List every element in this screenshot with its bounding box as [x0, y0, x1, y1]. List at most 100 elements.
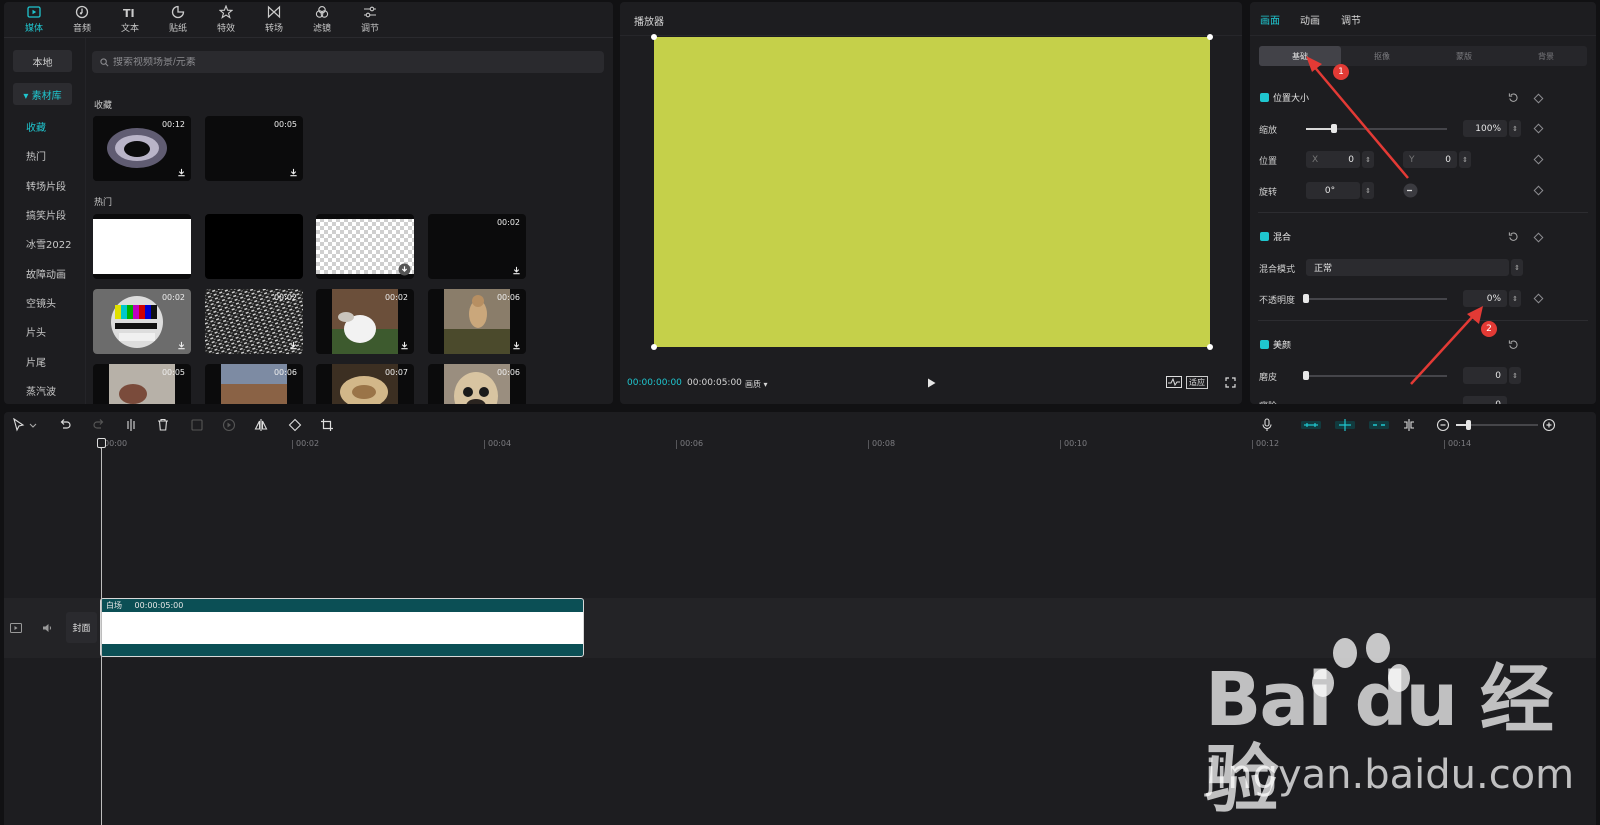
media-thumbnail[interactable]: [93, 214, 191, 279]
keyframe-diamond-icon[interactable]: [1533, 154, 1544, 165]
download-icon[interactable]: [289, 168, 298, 177]
tab-transition[interactable]: 转场: [250, 2, 298, 37]
preview-canvas[interactable]: [651, 34, 1213, 350]
subtab-basic[interactable]: 基础: [1259, 46, 1341, 66]
tab-adjust[interactable]: 调节: [346, 2, 394, 37]
sidebar-library-button[interactable]: ▾ 素材库: [13, 83, 72, 105]
tab-audio[interactable]: 音频: [58, 2, 106, 37]
download-icon[interactable]: [512, 341, 521, 350]
slim-face-input[interactable]: 0: [1463, 396, 1507, 404]
download-icon[interactable]: [512, 266, 521, 275]
resize-handle[interactable]: [651, 34, 657, 40]
opacity-slider[interactable]: [1306, 298, 1447, 300]
split-icon[interactable]: [124, 418, 138, 432]
sidebar-item-transition-clips[interactable]: 转场片段: [26, 178, 66, 193]
position-x-input[interactable]: X 0: [1306, 151, 1360, 168]
sidebar-item-vaporwave[interactable]: 蒸汽波: [26, 383, 56, 398]
media-thumbnail[interactable]: 00:06: [205, 364, 303, 404]
main-track-magnet-icon[interactable]: [1300, 418, 1322, 432]
sidebar-item-glitch[interactable]: 故障动画: [26, 266, 66, 281]
subtab-keying[interactable]: 抠像: [1341, 46, 1423, 66]
tab-effects[interactable]: 特效: [202, 2, 250, 37]
sidebar-item-outro[interactable]: 片尾: [26, 354, 46, 369]
position-y-input[interactable]: Y 0: [1403, 151, 1457, 168]
keyframe-diamond-icon[interactable]: [1533, 232, 1544, 243]
reset-icon[interactable]: [1508, 231, 1519, 242]
smooth-stepper[interactable]: ⇕: [1509, 367, 1521, 384]
playhead-handle[interactable]: [97, 438, 106, 448]
download-icon[interactable]: [177, 168, 186, 177]
sidebar-item-funny-clips[interactable]: 搞笑片段: [26, 207, 66, 222]
reset-icon[interactable]: [1508, 92, 1519, 103]
tab-animation[interactable]: 动画: [1300, 12, 1320, 27]
resize-handle[interactable]: [1207, 34, 1213, 40]
tab-adjustment[interactable]: 调节: [1341, 12, 1361, 27]
smooth-input[interactable]: 0: [1463, 367, 1507, 384]
sidebar-item-ice-snow[interactable]: 冰雪2022: [26, 236, 71, 251]
resize-handle[interactable]: [651, 344, 657, 350]
tab-text[interactable]: TI 文本: [106, 2, 154, 37]
auto-snap-icon[interactable]: [1334, 418, 1356, 432]
download-icon[interactable]: [400, 341, 409, 350]
track-video-icon[interactable]: [10, 623, 22, 633]
resize-handle[interactable]: [1207, 344, 1213, 350]
opacity-slider-knob[interactable]: [1303, 294, 1309, 303]
select-cursor-icon[interactable]: [12, 418, 26, 432]
play-icon[interactable]: [925, 377, 937, 389]
opacity-stepper[interactable]: ⇕: [1509, 290, 1521, 307]
keyframe-diamond-icon[interactable]: [1533, 293, 1544, 304]
media-thumbnail[interactable]: 00:02: [93, 289, 191, 354]
sidebar-item-favorites[interactable]: 收藏: [26, 119, 46, 134]
download-icon[interactable]: [289, 341, 298, 350]
media-thumbnail[interactable]: 00:02: [316, 289, 414, 354]
sidebar-local-button[interactable]: 本地: [13, 50, 72, 72]
linkage-icon[interactable]: [1368, 418, 1390, 432]
position-size-checkbox[interactable]: [1260, 93, 1269, 102]
fit-button[interactable]: 适应: [1186, 376, 1208, 389]
crop-icon[interactable]: [320, 418, 334, 432]
blend-mode-stepper[interactable]: ⇕: [1511, 259, 1523, 276]
chevron-down-icon[interactable]: [28, 418, 38, 432]
scale-stepper[interactable]: ⇕: [1509, 120, 1521, 137]
media-thumbnail[interactable]: 00:02: [428, 214, 526, 279]
reset-icon[interactable]: [1508, 339, 1519, 350]
video-clip[interactable]: 白场 00:00:05:00: [100, 598, 584, 657]
sidebar-item-empty-shot[interactable]: 空镜头: [26, 295, 56, 310]
smooth-slider[interactable]: [1306, 375, 1447, 377]
keyframe-diamond-icon[interactable]: [1533, 185, 1544, 196]
reverse-icon[interactable]: [222, 418, 236, 432]
search-input[interactable]: [113, 56, 593, 68]
media-thumbnail[interactable]: 00:12: [93, 116, 191, 181]
smooth-slider-knob[interactable]: [1303, 371, 1309, 380]
media-thumbnail[interactable]: [205, 214, 303, 279]
preview-axis-icon[interactable]: [1402, 418, 1416, 432]
delete-icon[interactable]: [156, 418, 170, 432]
subtab-mask[interactable]: 蒙版: [1423, 46, 1505, 66]
sidebar-item-intro[interactable]: 片头: [26, 324, 46, 339]
subtab-background[interactable]: 背景: [1505, 46, 1587, 66]
tab-media[interactable]: 媒体: [10, 2, 58, 37]
fullscreen-icon[interactable]: [1225, 377, 1236, 388]
keyframe-diamond-icon[interactable]: [1533, 123, 1544, 134]
playhead[interactable]: [101, 438, 102, 825]
undo-icon[interactable]: [58, 418, 72, 432]
track-audio-icon[interactable]: [42, 623, 54, 633]
waveform-icon[interactable]: [1166, 376, 1182, 388]
rotation-dial-icon[interactable]: [1403, 183, 1418, 198]
media-thumbnail[interactable]: [316, 214, 414, 279]
mirror-icon[interactable]: [254, 418, 268, 432]
media-thumbnail[interactable]: 00:06: [428, 364, 526, 404]
download-icon[interactable]: [177, 341, 186, 350]
zoom-out-icon[interactable]: [1436, 418, 1450, 432]
position-y-stepper[interactable]: ⇕: [1459, 151, 1471, 168]
scale-slider[interactable]: [1306, 128, 1447, 130]
rotate-icon[interactable]: [288, 418, 302, 432]
tab-picture[interactable]: 画面: [1260, 12, 1280, 27]
quality-dropdown[interactable]: 画质 ▾: [745, 379, 768, 390]
redo-icon[interactable]: [92, 418, 106, 432]
media-thumbnail[interactable]: 00:06: [428, 289, 526, 354]
opacity-input[interactable]: 0%: [1463, 290, 1507, 307]
rotation-input[interactable]: 0°: [1306, 182, 1360, 199]
blend-checkbox[interactable]: [1260, 232, 1269, 241]
media-thumbnail[interactable]: 00:05: [93, 364, 191, 404]
